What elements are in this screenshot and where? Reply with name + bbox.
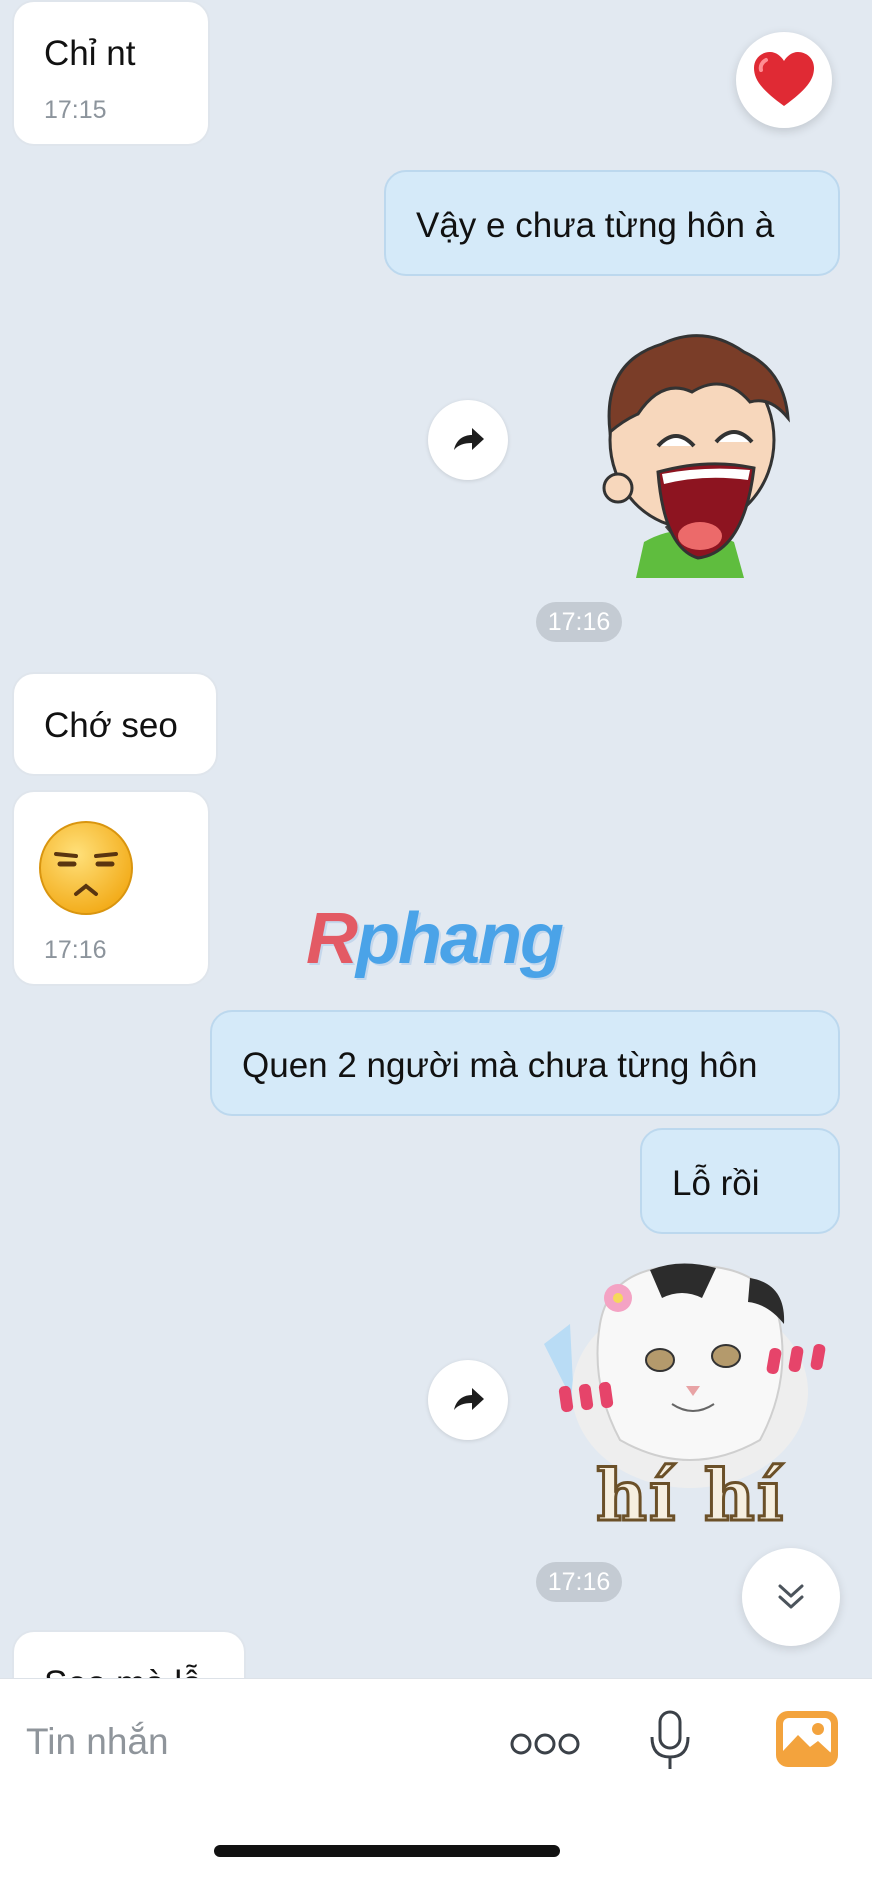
microphone-icon[interactable] (648, 1709, 692, 1778)
message-text: Chỉ nt (44, 34, 136, 73)
message-text: Chớ seo (44, 706, 178, 745)
message-bubble-incoming[interactable]: 17:16 (12, 790, 210, 986)
cat-sticker[interactable]: hí hí (540, 1254, 840, 1544)
forward-button[interactable] (428, 1360, 508, 1440)
scroll-down-button[interactable] (742, 1548, 840, 1646)
message-text: Quen 2 người mà chưa từng hôn (242, 1046, 758, 1085)
sticker-caption: hí hí (594, 1453, 786, 1539)
forward-icon (454, 1388, 484, 1410)
message-bubble-incoming[interactable]: Chỉ nt 17:15 (12, 0, 210, 146)
message-bubble-incoming[interactable]: Chớ seo (12, 672, 218, 776)
timestamp-pill: 17:16 (536, 602, 622, 642)
timestamp-pill: 17:16 (536, 1562, 622, 1602)
message-bubble-outgoing[interactable]: Vậy e chưa từng hôn à (384, 170, 840, 276)
message-text: Lỗ rồi (672, 1164, 760, 1203)
message-time: 17:15 (44, 96, 107, 124)
forward-icon (454, 428, 484, 450)
message-bubble-incoming[interactable]: Seo mà lỗ (12, 1630, 246, 1678)
home-indicator (214, 1845, 560, 1857)
heart-icon (754, 52, 814, 106)
smirk-emoji (38, 820, 134, 922)
message-text: Seo mà lỗ (44, 1666, 202, 1678)
message-time: 17:16 (44, 936, 107, 964)
message-bubble-outgoing[interactable]: Quen 2 người mà chưa từng hôn (210, 1010, 840, 1116)
more-icon[interactable] (510, 1731, 580, 1762)
message-text: Vậy e chưa từng hôn à (416, 206, 775, 245)
message-input[interactable]: Tin nhắn (26, 1721, 169, 1763)
composer-bar: Tin nhắn (0, 1678, 872, 1883)
chevron-double-down-icon (778, 1584, 804, 1609)
reaction-button[interactable] (736, 32, 832, 128)
image-icon[interactable] (774, 1709, 840, 1774)
chat-area[interactable]: Chỉ nt 17:15 Vậy e chưa từng hôn à 17:16… (0, 0, 872, 1678)
watermark-logo: Rphang (306, 899, 564, 979)
forward-button[interactable] (428, 400, 508, 480)
message-bubble-outgoing[interactable]: Lỗ rồi (640, 1128, 840, 1234)
laughing-boy-sticker[interactable] (574, 322, 804, 578)
